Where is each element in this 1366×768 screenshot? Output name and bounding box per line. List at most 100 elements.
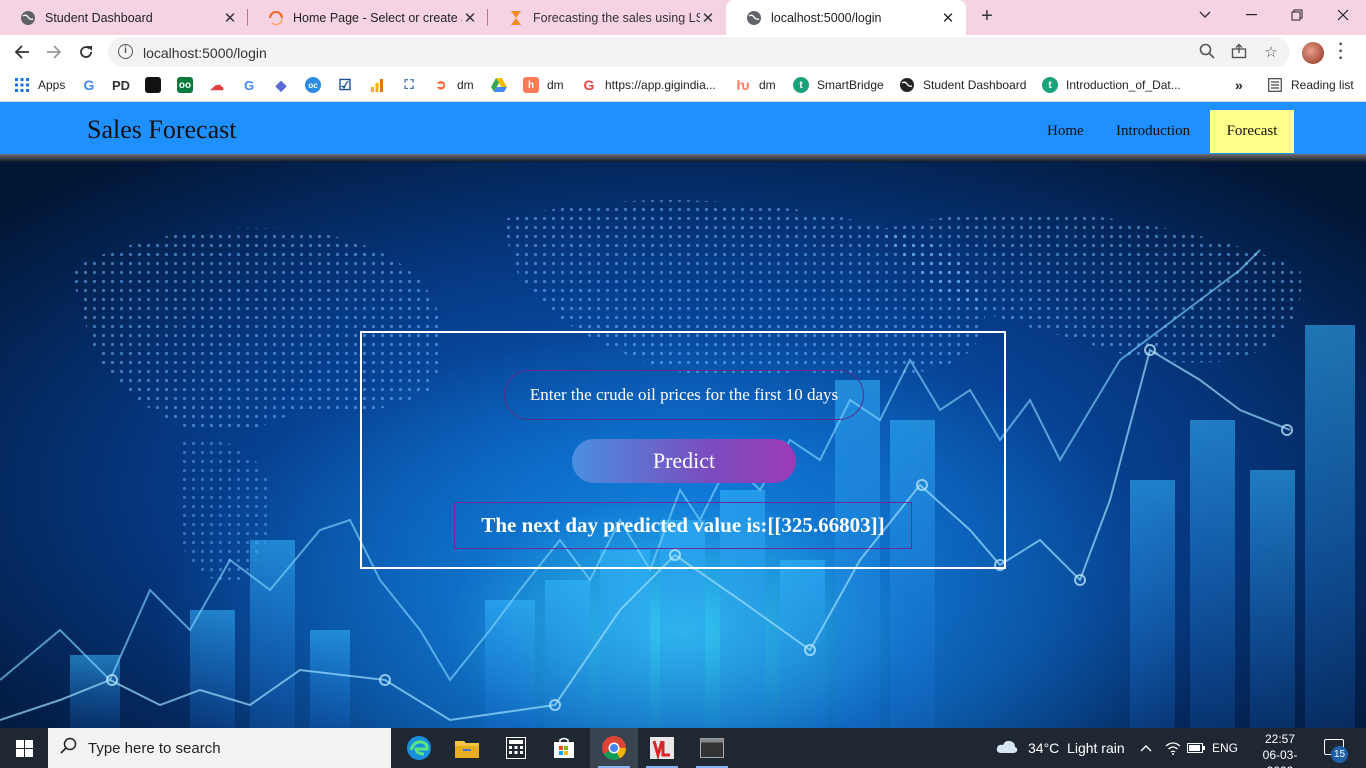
bookmark-diamond[interactable]: ◆ (273, 76, 297, 94)
browser-toolbar: i localhost:5000/login ☆ (0, 35, 1366, 69)
navbar-shadow (0, 154, 1366, 162)
bookmark-dm-3[interactable]: ƕ dm (735, 76, 775, 94)
bookmark-map[interactable]: ⛶ (401, 76, 425, 94)
battery-icon[interactable] (1187, 728, 1205, 768)
infinity-icon: oo (177, 77, 193, 93)
file-explorer-icon[interactable] (443, 728, 491, 768)
share-icon[interactable] (1230, 43, 1248, 61)
chrome-icon[interactable] (590, 728, 638, 768)
site-brand[interactable]: Sales Forecast (87, 115, 236, 145)
bookmark-star-icon[interactable]: ☆ (1262, 43, 1280, 61)
t-icon: t (1042, 77, 1058, 93)
calculator-icon[interactable] (492, 728, 540, 768)
nav-forecast[interactable]: Forecast (1210, 110, 1294, 153)
diamond-icon: ◆ (275, 76, 287, 93)
address-bar[interactable]: i localhost:5000/login ☆ (108, 37, 1290, 67)
google-drive-icon (491, 77, 507, 93)
terminal-icon[interactable] (688, 728, 736, 768)
edge-icon[interactable] (395, 728, 443, 768)
apps-grid-icon (14, 77, 30, 93)
close-tab-icon[interactable]: ✕ (222, 9, 238, 27)
bookmark-label: Apps (38, 78, 66, 92)
hubspot-icon: h (523, 77, 539, 93)
tab-localhost-login[interactable]: localhost:5000/login ✕ (726, 0, 966, 35)
weather-widget[interactable]: 34°C Light rain (996, 728, 1125, 768)
tab-search-chevron-icon[interactable] (1182, 0, 1228, 30)
reading-list[interactable]: Reading list (1267, 76, 1354, 94)
close-window-icon[interactable] (1320, 0, 1366, 30)
clock-date: 06-03-2022 (1262, 748, 1298, 768)
restore-icon[interactable] (1274, 0, 1320, 30)
taskbar-search[interactable]: Type here to search (48, 728, 391, 768)
back-arrow-icon[interactable] (9, 39, 35, 65)
profile-avatar[interactable] (1302, 42, 1324, 64)
windows-start-icon[interactable] (0, 728, 48, 768)
t-icon: t (793, 77, 809, 93)
forward-arrow-icon[interactable] (41, 39, 67, 65)
bookmark-label: https://app.gigindia... (605, 78, 716, 92)
globe-icon (20, 10, 36, 26)
tab-title: Home Page - Select or create a n (293, 10, 462, 25)
tab-home-page[interactable]: Home Page - Select or create a n ✕ (248, 0, 488, 35)
vlc-icon[interactable] (638, 728, 686, 768)
cloud-rain-icon (996, 739, 1018, 758)
crude-oil-prices-input[interactable] (504, 370, 864, 420)
tab-student-dashboard[interactable]: Student Dashboard ✕ (0, 0, 248, 35)
bookmark-gigindia[interactable]: G https://app.gigindia... (581, 76, 716, 94)
bookmark-smartbridge[interactable]: t SmartBridge (793, 76, 884, 94)
semrush-icon: ➲ (435, 77, 447, 92)
bookmark-circle[interactable]: oc (305, 76, 329, 94)
site-navbar: Sales Forecast Home Introduction Forecas… (0, 102, 1366, 154)
web-page: Predict The next day predicted value is:… (0, 102, 1366, 728)
close-tab-icon[interactable]: ✕ (700, 9, 716, 27)
url-text[interactable]: localhost:5000/login (143, 45, 267, 61)
bookmark-student-dashboard[interactable]: Student Dashboard (899, 76, 1026, 94)
store-icon[interactable] (540, 728, 588, 768)
bookmark-label: dm (457, 78, 474, 92)
tab-forecasting[interactable]: Forecasting the sales using LSTM ✕ (488, 0, 726, 35)
bookmark-black[interactable] (145, 76, 169, 94)
google-icon: G (83, 77, 95, 93)
bookmark-google[interactable]: G (81, 76, 105, 94)
tab-title: Forecasting the sales using LSTM (533, 10, 700, 25)
language-indicator[interactable]: ENG (1212, 728, 1238, 768)
bookmark-dm-2[interactable]: h dm (523, 76, 564, 94)
bookmark-cloud[interactable]: ☁ (209, 76, 233, 94)
bookmark-introduction[interactable]: t Introduction_of_Dat... (1042, 76, 1181, 94)
clock-time: 22:57 (1264, 732, 1296, 746)
close-tab-icon[interactable]: ✕ (462, 9, 478, 27)
globe-icon (899, 77, 915, 93)
notification-count-badge: 15 (1331, 746, 1348, 763)
zoom-search-icon[interactable] (1198, 43, 1216, 61)
system-clock[interactable]: 22:57 06-03-2022 (1250, 731, 1310, 768)
nav-introduction[interactable]: Introduction (1102, 110, 1204, 153)
bookmark-pd[interactable]: PD (111, 76, 139, 94)
bookmarks-bar: Apps G PD oo ☁ G ◆ oc ☑ ⛶ ➲ dm h dm G ht… (0, 69, 1366, 102)
bookmark-chart[interactable] (369, 76, 393, 94)
pd-icon: PD (111, 77, 131, 93)
hourglass-icon (508, 10, 524, 26)
bookmark-google-2[interactable]: G (241, 76, 265, 94)
browser-menu-icon[interactable]: · · · (1336, 37, 1346, 67)
cloud-icon: ☁ (210, 76, 224, 93)
bookmark-apps[interactable]: Apps (14, 76, 65, 94)
bar-chart-icon (369, 77, 385, 93)
close-tab-icon[interactable]: ✕ (940, 9, 956, 27)
wifi-icon[interactable] (1165, 728, 1181, 768)
predict-button[interactable]: Predict (572, 439, 796, 483)
minimize-icon[interactable] (1228, 0, 1274, 30)
nav-home[interactable]: Home (1033, 110, 1098, 153)
new-tab-button[interactable]: + (976, 5, 998, 29)
site-info-icon[interactable]: i (118, 44, 133, 59)
tray-chevron-icon[interactable] (1140, 728, 1152, 768)
bookmark-label: dm (547, 78, 564, 92)
bookmark-label: Student Dashboard (923, 78, 1027, 92)
bookmark-dm-1[interactable]: ➲ dm (433, 76, 474, 94)
bookmark-drive[interactable] (491, 76, 515, 94)
prediction-result: The next day predicted value is:[[325.66… (454, 502, 912, 549)
bookmarks-overflow[interactable]: » (1235, 76, 1243, 94)
bookmark-label: Introduction_of_Dat... (1066, 78, 1181, 92)
bookmark-infinity[interactable]: oo (177, 76, 201, 94)
reload-icon[interactable] (73, 39, 99, 65)
bookmark-check[interactable]: ☑ (337, 76, 361, 94)
